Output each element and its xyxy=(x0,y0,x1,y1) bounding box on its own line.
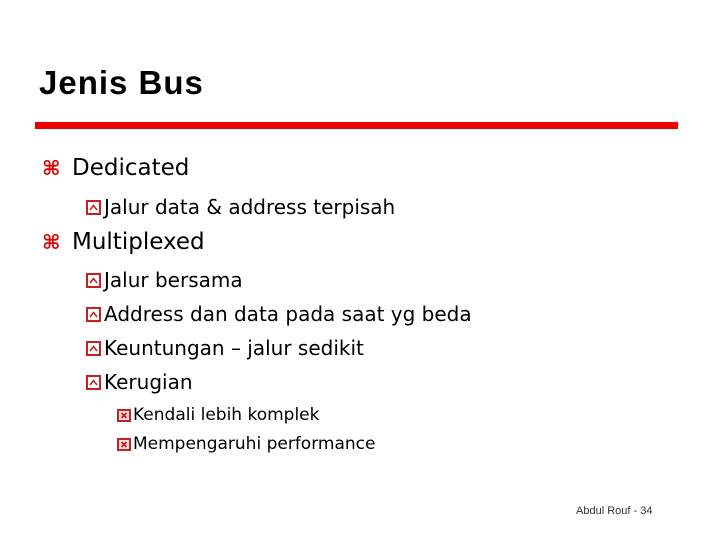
slide-title: Jenis Bus xyxy=(39,64,204,101)
bullet-kendali: Kendali lebih komplek xyxy=(117,405,320,425)
x-box-bullet-icon xyxy=(117,437,131,451)
bullet-kerugian: Kerugian xyxy=(86,370,193,394)
bullet-text: Dedicated xyxy=(72,155,190,181)
bullet-text: Keuntungan – jalur sedikit xyxy=(104,336,364,360)
bullet-text: Multiplexed xyxy=(72,229,205,255)
bullet-address-data: Address dan data pada saat yg beda xyxy=(86,302,472,326)
bullet-text: Kerugian xyxy=(104,370,193,394)
bullet-multiplexed: ⌘ Multiplexed xyxy=(42,229,205,255)
command-key-bullet-icon: ⌘ xyxy=(42,230,61,254)
bullet-text: Jalur data & address terpisah xyxy=(104,195,396,219)
checkbox-bullet-icon xyxy=(86,340,101,356)
checkbox-bullet-icon xyxy=(86,374,101,390)
title-divider xyxy=(35,122,678,129)
bullet-text: Kendali lebih komplek xyxy=(133,405,320,425)
command-key-bullet-icon: ⌘ xyxy=(42,156,61,180)
x-box-bullet-icon xyxy=(117,408,131,422)
bullet-text: Mempengaruhi performance xyxy=(133,434,376,454)
bullet-jalur-terpisah: Jalur data & address terpisah xyxy=(86,195,395,219)
bullet-text: Jalur bersama xyxy=(104,268,243,292)
checkbox-bullet-icon xyxy=(86,272,101,288)
checkbox-bullet-icon xyxy=(86,199,101,215)
bullet-performance: Mempengaruhi performance xyxy=(117,434,375,454)
checkbox-bullet-icon xyxy=(86,306,101,322)
slide-footer: Abdul Rouf - 34 xyxy=(576,505,653,517)
bullet-dedicated: ⌘ Dedicated xyxy=(42,155,189,181)
bullet-keuntungan: Keuntungan – jalur sedikit xyxy=(86,336,364,360)
bullet-jalur-bersama: Jalur bersama xyxy=(86,268,243,292)
bullet-text: Address dan data pada saat yg beda xyxy=(104,302,472,326)
